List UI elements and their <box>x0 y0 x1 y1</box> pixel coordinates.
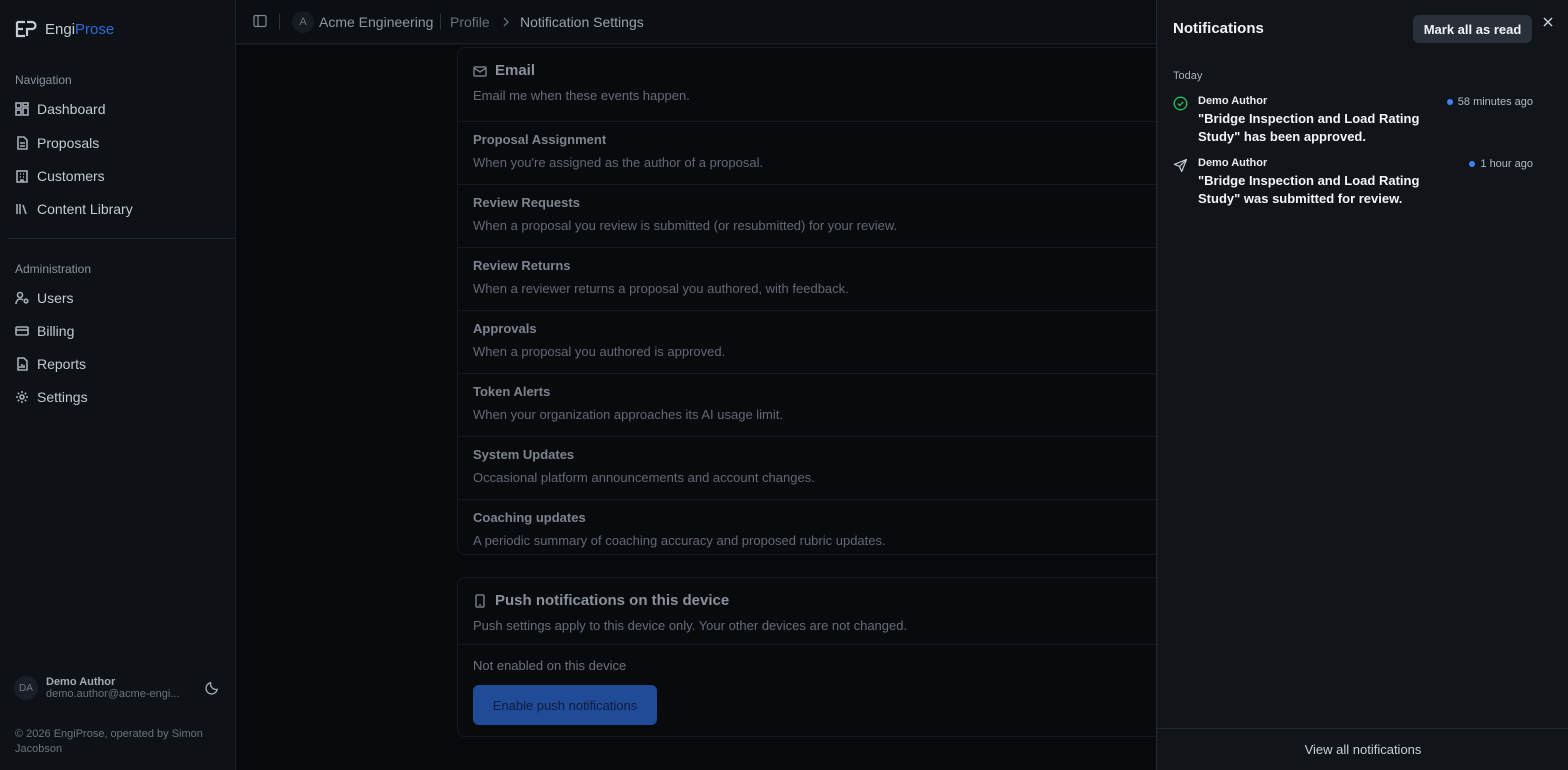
push-card-title: Push notifications on this device <box>473 592 1161 609</box>
push-settings-card: Push notifications on this device Push s… <box>457 577 1178 737</box>
setting-row-approvals[interactable]: Approvals When a proposal you authored i… <box>458 310 1178 373</box>
notification-item[interactable]: Demo Author "Bridge Inspection and Load … <box>1173 157 1543 207</box>
org-avatar: A <box>292 11 314 33</box>
notification-item[interactable]: Demo Author "Bridge Inspection and Load … <box>1173 95 1543 145</box>
breadcrumb-current: Notification Settings <box>520 14 644 30</box>
sidebar-item-customers[interactable]: Customers <box>8 162 228 190</box>
user-name: Demo Author <box>46 676 116 688</box>
gear-icon <box>16 391 28 403</box>
panel-footer: View all notifications <box>1157 728 1568 770</box>
view-all-notifications-link[interactable]: View all notifications <box>1157 742 1568 757</box>
push-status: Not enabled on this device <box>473 658 627 673</box>
nav-section-title-administration: Administration <box>15 262 92 276</box>
notification-author: Demo Author <box>1198 95 1268 107</box>
sidebar-item-label: Settings <box>37 389 88 405</box>
sidebar-item-billing[interactable]: Billing <box>8 317 228 345</box>
sidebar-item-proposals[interactable]: Proposals <box>8 129 228 157</box>
send-icon <box>1173 158 1188 173</box>
setting-row-coaching-updates[interactable]: Coaching updates A periodic summary of c… <box>458 499 1178 562</box>
notification-author: Demo Author <box>1198 157 1268 169</box>
smartphone-icon <box>475 593 485 608</box>
layout-grid-icon <box>15 102 29 116</box>
notification-group-label: Today <box>1173 70 1203 82</box>
close-icon[interactable] <box>1541 15 1555 29</box>
sidebar-item-label: Content Library <box>37 201 133 217</box>
mark-all-read-button[interactable]: Mark all as read <box>1413 15 1532 43</box>
user-email: demo.author@acme-engi... <box>46 688 180 700</box>
notification-time: 58 minutes ago <box>1446 96 1533 108</box>
unread-dot <box>1469 161 1476 167</box>
library-icon <box>16 204 27 215</box>
sidebar-item-label: Dashboard <box>37 101 106 117</box>
notification-time: 1 hour ago <box>1469 158 1533 170</box>
moon-icon[interactable] <box>205 680 220 695</box>
chevron-right-icon <box>503 17 509 27</box>
email-settings-card: Email Email me when these events happen.… <box>457 47 1178 555</box>
sidebar-item-reports[interactable]: Reports <box>8 350 228 378</box>
mail-icon <box>473 65 487 77</box>
sidebar-item-users[interactable]: Users <box>8 284 228 312</box>
nav-section-title-navigation: Navigation <box>15 73 72 87</box>
avatar: DA <box>14 676 38 700</box>
sidebar-item-dashboard[interactable]: Dashboard <box>8 95 228 123</box>
footer-copyright: © 2026 EngiProse, operated by Simon Jaco… <box>15 728 203 755</box>
sidebar-item-label: Customers <box>37 168 105 184</box>
sidebar-item-label: Proposals <box>37 135 100 151</box>
notification-message: "Bridge Inspection and Load Rating Study… <box>1198 111 1420 144</box>
unread-dot <box>1446 99 1453 105</box>
push-card-description: Push settings apply to this device only.… <box>473 618 908 633</box>
sidebar-item-settings[interactable]: Settings <box>8 383 228 411</box>
logo-mark-icon <box>15 20 37 38</box>
enable-push-button[interactable]: Enable push notifications <box>473 685 657 725</box>
sidebar-divider <box>8 238 236 239</box>
user-cog-icon <box>15 291 29 305</box>
header-separator <box>440 14 441 30</box>
logo-text: EngiProse <box>45 20 115 38</box>
email-card-title: Email <box>473 62 1161 79</box>
notification-message: "Bridge Inspection and Load Rating Study… <box>1198 173 1420 206</box>
setting-row-proposal-assignment[interactable]: Proposal Assignment When you're assigned… <box>458 121 1178 184</box>
file-text-icon <box>17 136 28 150</box>
sidebar: EngiProse Navigation Dashboard Proposals… <box>0 0 236 770</box>
header-separator <box>279 14 280 30</box>
logo[interactable]: EngiProse <box>15 19 114 39</box>
user-menu[interactable]: DA Demo Author demo.author@acme-engi... <box>14 672 224 704</box>
notifications-title: Notifications <box>1173 20 1264 37</box>
sidebar-item-label: Users <box>37 290 74 306</box>
email-card-description: Email me when these events happen. <box>473 88 690 103</box>
setting-row-review-requests[interactable]: Review Requests When a proposal you revi… <box>458 184 1178 247</box>
building-icon <box>16 170 28 183</box>
sidebar-item-content-library[interactable]: Content Library <box>8 195 228 223</box>
user-info: Demo Author demo.author@acme-engi... <box>46 676 191 700</box>
setting-row-system-updates[interactable]: System Updates Occasional platform annou… <box>458 436 1178 499</box>
credit-card-icon <box>15 326 29 336</box>
check-circle-icon <box>1173 96 1188 111</box>
notifications-panel: Notifications Mark all as read Today Dem… <box>1156 0 1568 770</box>
setting-row-token-alerts[interactable]: Token Alerts When your organization appr… <box>458 373 1178 436</box>
sidebar-item-label: Reports <box>37 356 87 372</box>
breadcrumb-profile[interactable]: Profile <box>450 14 490 30</box>
sidebar-toggle-icon[interactable] <box>253 14 267 28</box>
file-chart-icon <box>17 357 28 371</box>
setting-row-review-returns[interactable]: Review Returns When a reviewer returns a… <box>458 247 1178 310</box>
main-content: Email Email me when these events happen.… <box>236 45 1178 770</box>
org-switcher[interactable]: Acme Engineering <box>319 14 433 30</box>
sidebar-item-label: Billing <box>37 323 75 339</box>
